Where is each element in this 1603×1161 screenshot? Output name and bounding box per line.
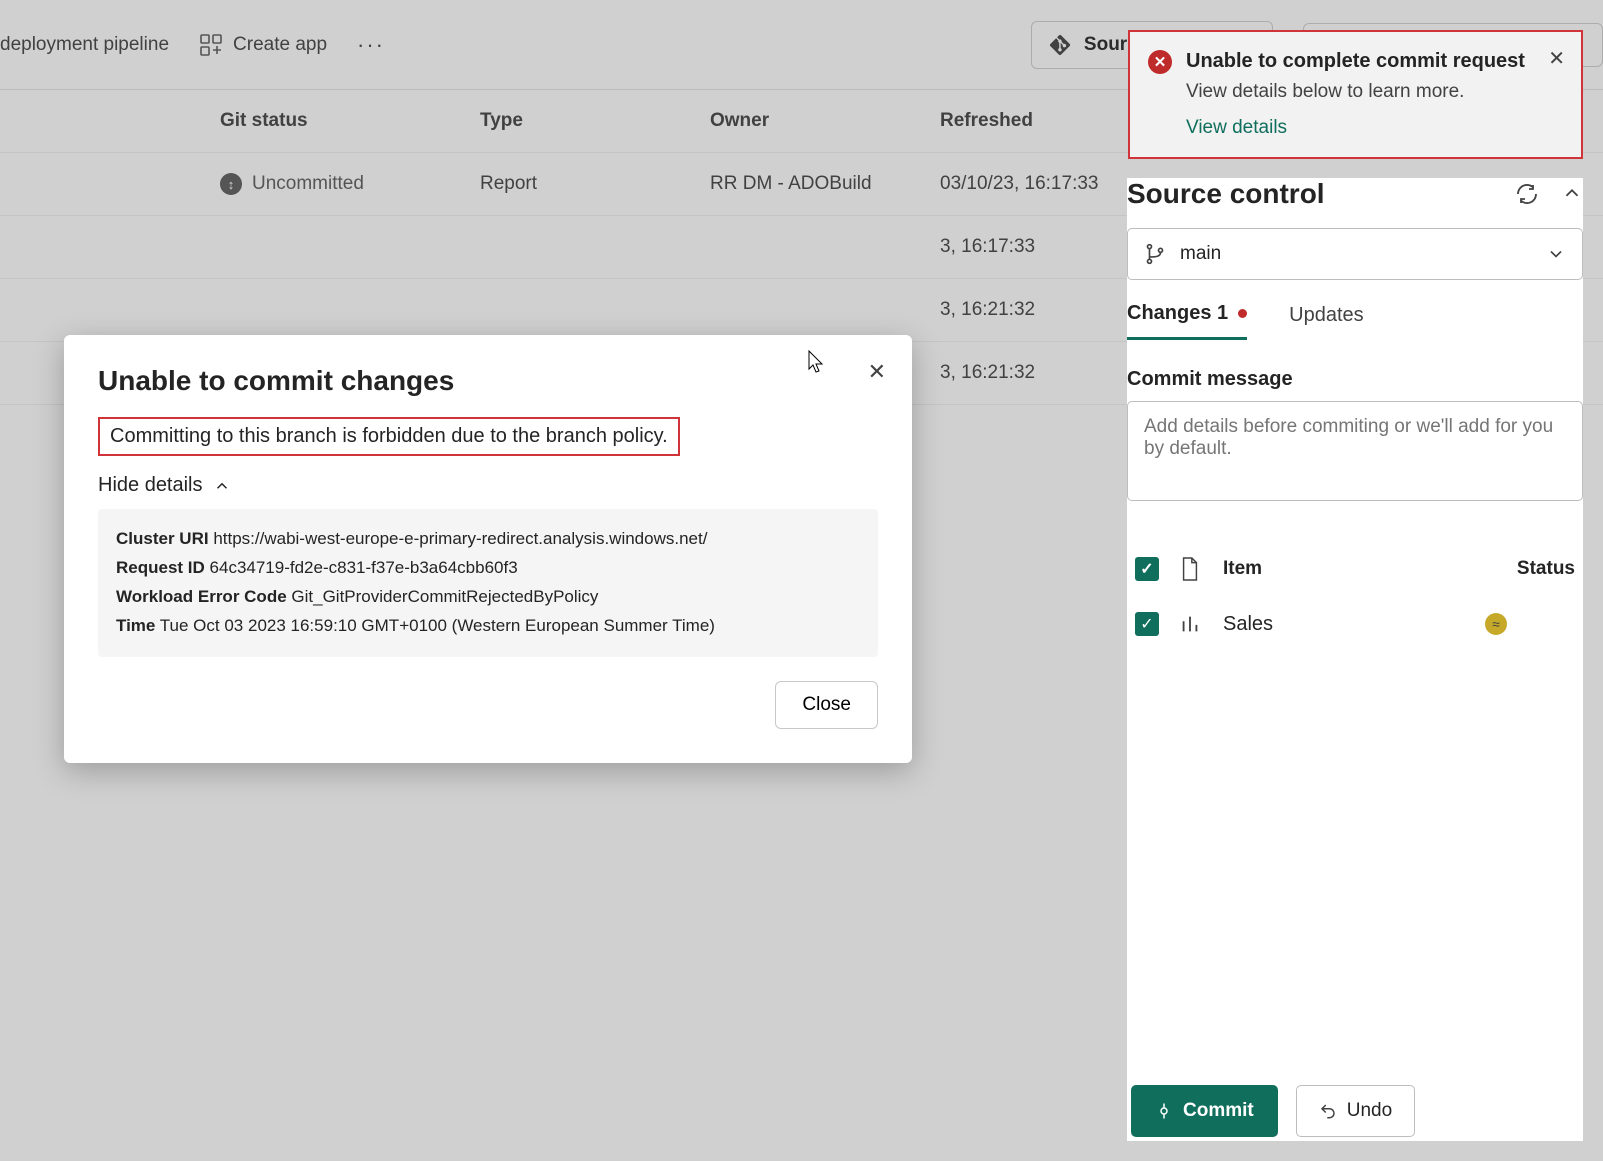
col-item: Item [1223, 558, 1485, 580]
commit-message-input[interactable] [1127, 401, 1583, 501]
commit-icon [1155, 1102, 1173, 1120]
tab-changes[interactable]: Changes 1 [1127, 302, 1247, 340]
dialog-close-button[interactable]: Close [775, 681, 878, 729]
changes-dot-icon [1238, 309, 1247, 318]
workload-error-value: Git_GitProviderCommitRejectedByPolicy [291, 587, 598, 606]
commit-button[interactable]: Commit [1131, 1085, 1278, 1137]
source-control-panel: Source control main Changes 1 Updates Co… [1127, 178, 1583, 1141]
toggle-details-label: Hide details [98, 474, 203, 497]
cluster-uri-value: https://wabi-west-europe-e-primary-redir… [213, 529, 707, 548]
commit-button-label: Commit [1183, 1100, 1254, 1122]
modified-status-icon: ≈ [1485, 613, 1507, 635]
refresh-icon[interactable] [1515, 182, 1539, 206]
item-name: Sales [1223, 613, 1485, 636]
select-all-checkbox[interactable]: ✓ [1135, 557, 1159, 581]
dialog-title: Unable to commit changes [98, 365, 878, 397]
toast-view-details-link[interactable]: View details [1186, 117, 1561, 139]
item-checkbox[interactable]: ✓ [1135, 612, 1159, 636]
chevron-up-icon [213, 477, 231, 495]
tab-changes-label: Changes 1 [1127, 302, 1228, 325]
chevron-down-icon [1546, 244, 1566, 264]
col-status: Status [1485, 558, 1575, 580]
undo-button[interactable]: Undo [1296, 1085, 1415, 1137]
request-id-key: Request ID [116, 558, 205, 577]
undo-icon [1319, 1102, 1337, 1120]
toast-title: Unable to complete commit request [1186, 48, 1561, 75]
tab-updates-label: Updates [1289, 304, 1364, 327]
panel-title: Source control [1127, 178, 1325, 210]
error-dialog: ✕ Unable to commit changes Committing to… [64, 335, 912, 763]
undo-button-label: Undo [1347, 1100, 1392, 1122]
workload-error-key: Workload Error Code [116, 587, 287, 606]
dialog-message: Committing to this branch is forbidden d… [98, 417, 680, 456]
request-id-value: 64c34719-fd2e-c831-f37e-b3a64cbb60f3 [210, 558, 518, 577]
toggle-details-button[interactable]: Hide details [98, 474, 878, 497]
toast-close-button[interactable]: ✕ [1548, 46, 1565, 71]
commit-message-label: Commit message [1127, 368, 1583, 391]
changes-header: ✓ Item Status [1127, 544, 1583, 594]
error-icon: ✕ [1148, 50, 1172, 74]
file-icon [1179, 556, 1201, 582]
dialog-close-icon[interactable]: ✕ [868, 359, 886, 385]
branch-name: main [1180, 243, 1221, 265]
time-value: Tue Oct 03 2023 16:59:10 GMT+0100 (Weste… [160, 616, 715, 635]
dialog-details: Cluster URI https://wabi-west-europe-e-p… [98, 509, 878, 657]
branch-icon [1144, 243, 1166, 265]
branch-selector[interactable]: main [1127, 228, 1583, 280]
toast-subtitle: View details below to learn more. [1186, 81, 1561, 103]
changes-row[interactable]: ✓ Sales ≈ [1127, 594, 1583, 654]
report-icon [1179, 613, 1201, 635]
cluster-uri-key: Cluster URI [116, 529, 209, 548]
tab-updates[interactable]: Updates [1289, 302, 1364, 340]
time-key: Time [116, 616, 155, 635]
error-toast: ✕ ✕ Unable to complete commit request Vi… [1128, 30, 1583, 159]
chevron-up-icon[interactable] [1561, 182, 1583, 204]
